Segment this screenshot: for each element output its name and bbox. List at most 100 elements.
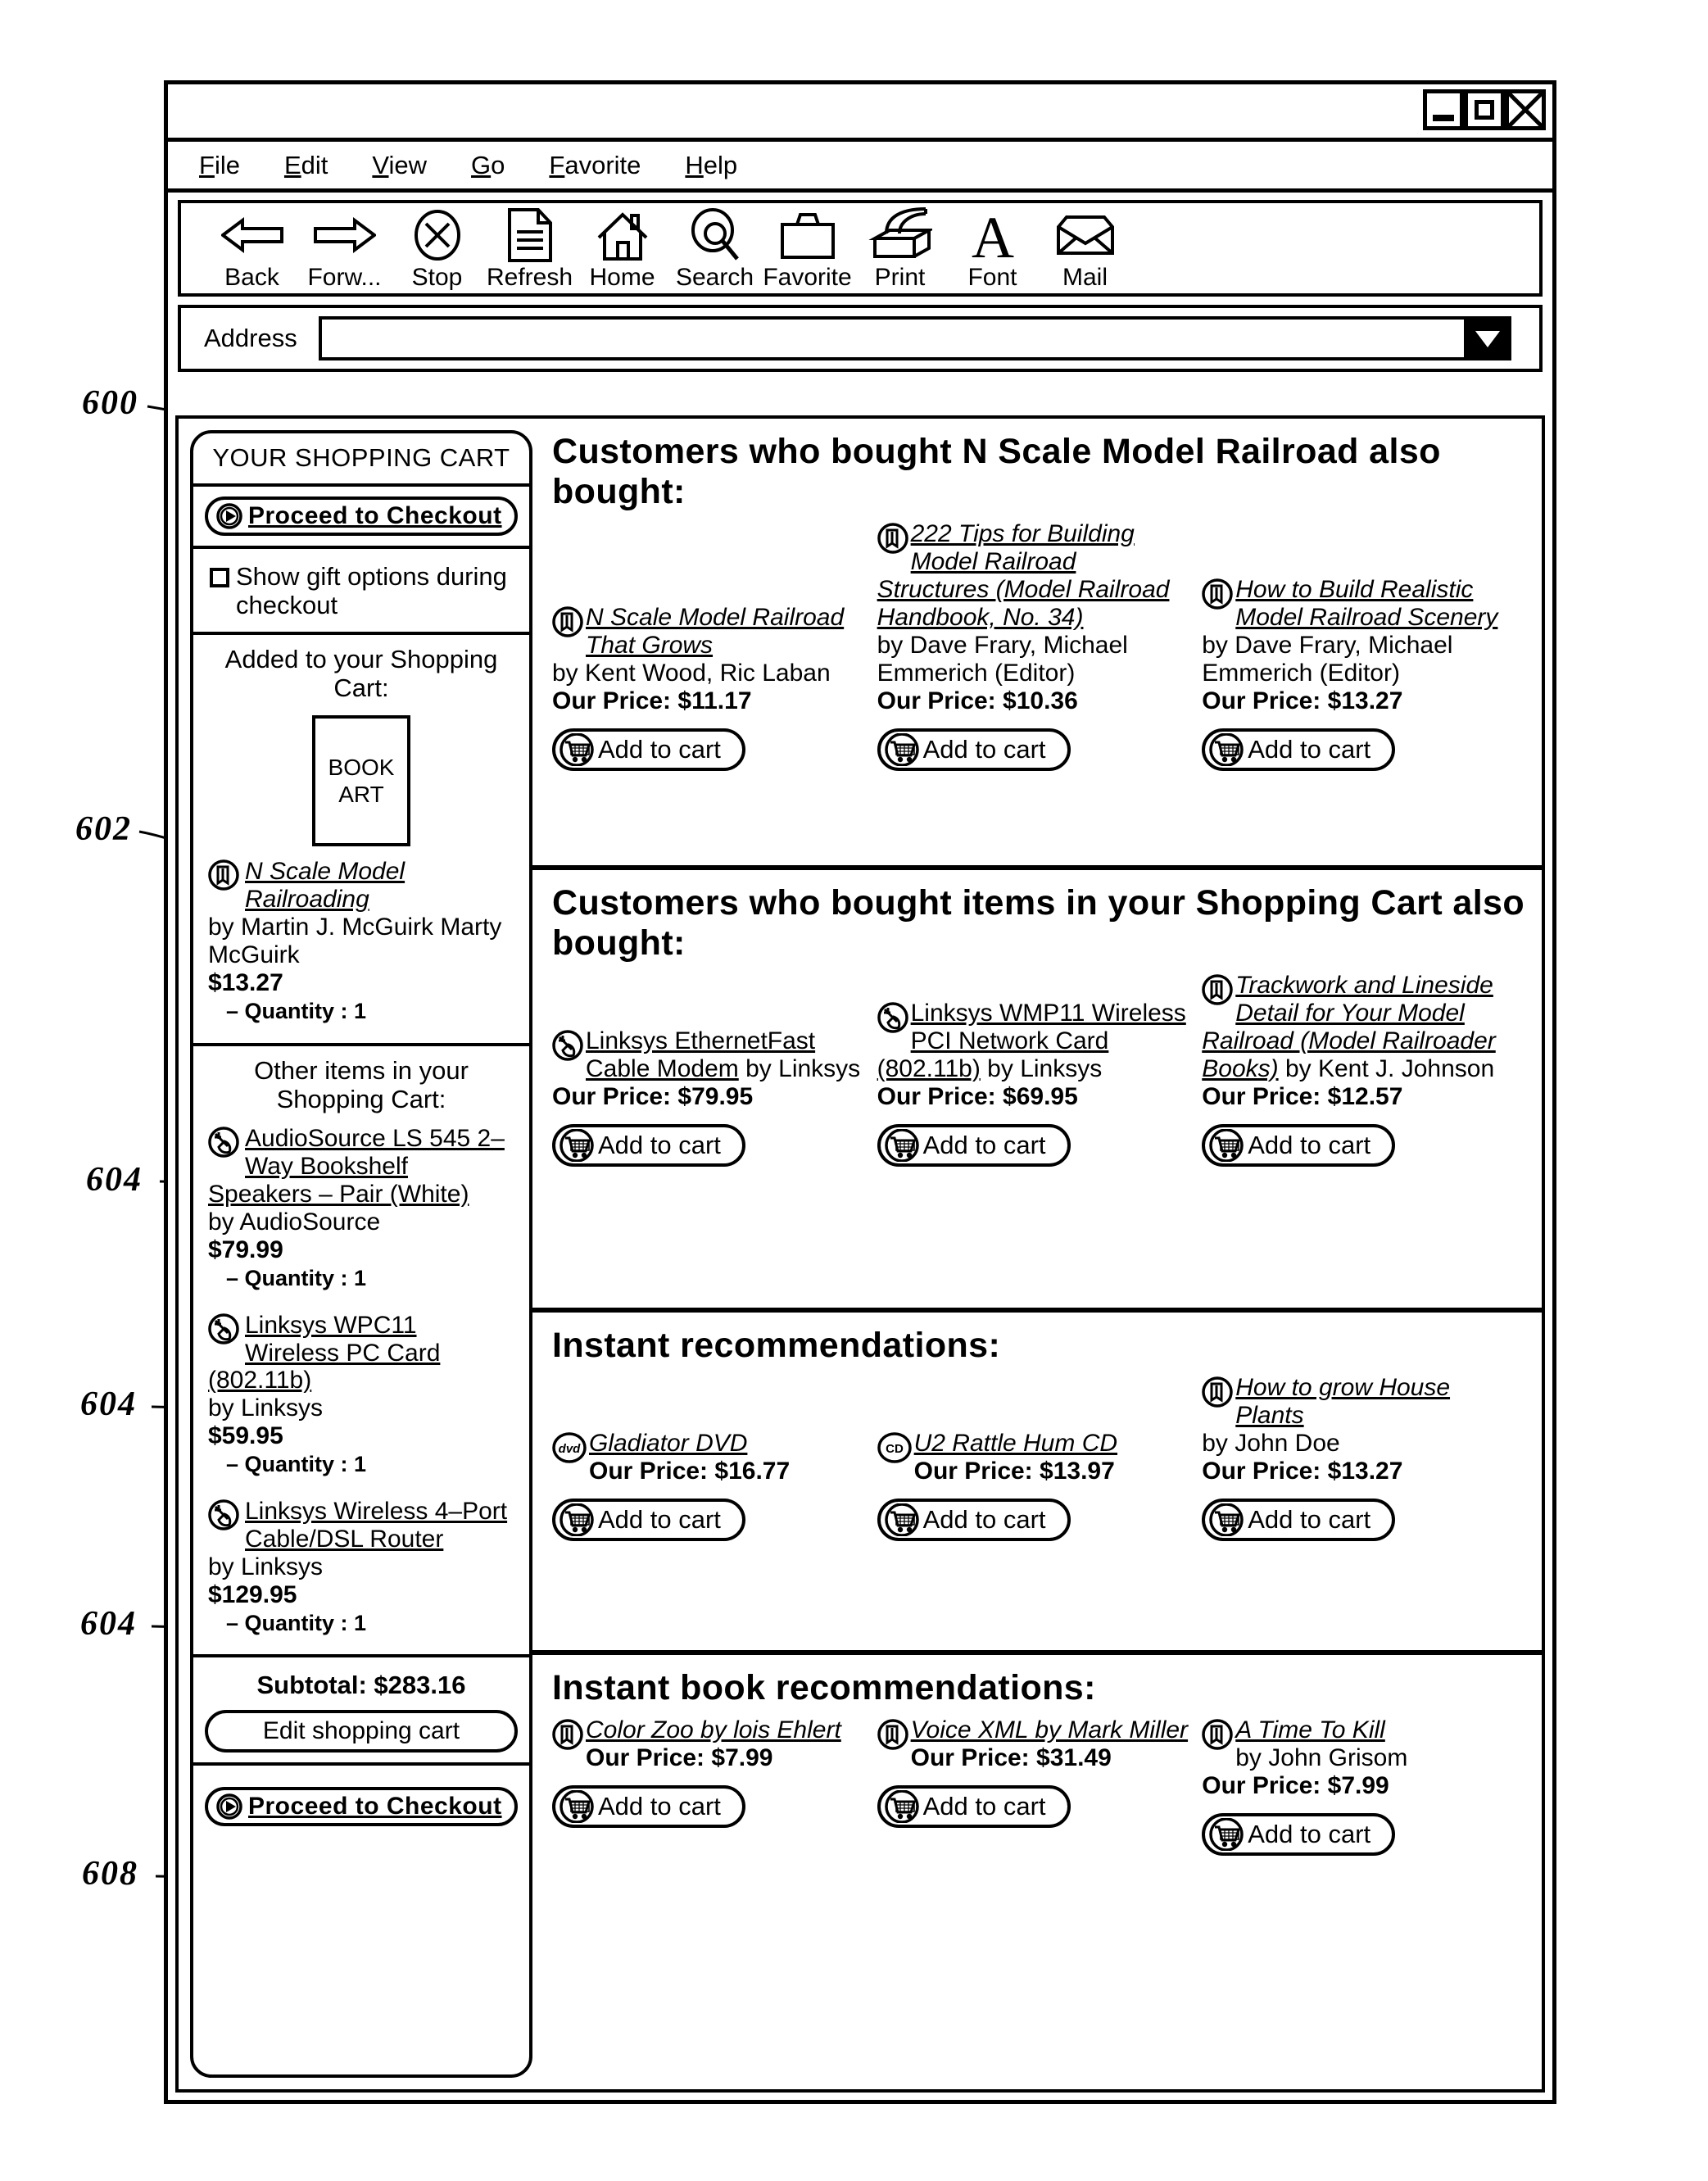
item-author: by Linksys [208, 1553, 324, 1580]
product: Trackwork and Lineside Detail for Your M… [1202, 972, 1515, 1111]
proceed-to-checkout-button-top[interactable]: Proceed to Checkout [205, 497, 518, 536]
section-title: Customers who bought N Scale Model Railr… [552, 432, 1441, 512]
toolbar-label: Back [224, 264, 279, 291]
cart-other-item[interactable]: AudioSource LS 545 2–Way Bookshelf Speak… [205, 1113, 518, 1299]
product-title[interactable]: 222 Tips for Building Model Railroad Str… [877, 520, 1170, 631]
minimize-icon[interactable] [1423, 89, 1464, 130]
callout-600-left: 600 [82, 384, 138, 422]
product-title[interactable]: Voice XML by Mark Miller [911, 1716, 1188, 1743]
edit-shopping-cart-button[interactable]: Edit shopping cart [205, 1710, 518, 1753]
book-icon [877, 1719, 908, 1750]
cart-added-item[interactable]: N Scale Model Railroading by Martin J. M… [205, 846, 518, 1032]
menu-item-edit[interactable]: Edit [284, 151, 328, 180]
recommendation-section: Instant recommendations: dvd Gladiator D… [532, 1313, 1542, 1655]
toolbar-wrapper: Back Forw... Stop Refresh Home Search Fa… [168, 193, 1552, 297]
cart-checkout-top-section: Proceed to Checkout [193, 487, 529, 549]
product: A Time To Kill by John Grisom Our Price:… [1202, 1716, 1515, 1800]
add-to-cart-label: Add to cart [598, 1130, 721, 1159]
shopping-cart-icon [559, 733, 595, 767]
item-title[interactable]: Linksys Wireless 4–Port Cable/DSL Router [245, 1498, 507, 1553]
product-title[interactable]: A Time To Kill [1235, 1716, 1385, 1743]
toolbar-button-font[interactable]: A Font [946, 208, 1039, 290]
menu-accel: G [471, 150, 492, 179]
menu-rest: iew [388, 150, 428, 179]
menu-item-go[interactable]: Go [471, 151, 505, 180]
price-label: Our Price: [1202, 1082, 1321, 1110]
toolbar-button-print[interactable]: Print [854, 207, 946, 290]
menu-item-file[interactable]: File [199, 151, 240, 180]
dvd-icon: dvd [552, 1432, 587, 1463]
menu-item-view[interactable]: View [372, 151, 427, 180]
play-circle-icon [216, 1793, 242, 1821]
product-title[interactable]: How to grow House Plants [1235, 1374, 1450, 1429]
add-to-cart-label: Add to cart [922, 1130, 1046, 1159]
price-value: $12.57 [1327, 1082, 1403, 1110]
product-cell: How to grow House Plants by John Doe Our… [1202, 1374, 1527, 1542]
toolbar-button-refresh[interactable]: Refresh [483, 208, 576, 290]
price-value: $11.17 [677, 687, 752, 715]
cart-other-item[interactable]: Linksys Wireless 4–Port Cable/DSL Router… [205, 1486, 518, 1644]
product-title[interactable]: U2 Rattle Hum CD [914, 1430, 1117, 1457]
font-a-icon: A [972, 208, 1014, 262]
menu-accel: H [685, 150, 704, 179]
maximize-icon[interactable] [1464, 89, 1505, 130]
product: dvd Gladiator DVD Our Price: $16.77 [552, 1430, 866, 1485]
product-title[interactable]: Gladiator DVD [589, 1430, 747, 1457]
product-title[interactable]: Color Zoo by lois Ehlert [586, 1716, 841, 1743]
product-byline: by Linksys [987, 1054, 1103, 1082]
proceed-to-checkout-button-bottom[interactable]: Proceed to Checkout [205, 1787, 518, 1827]
book-icon [1202, 1719, 1233, 1750]
shopping-cart-icon [884, 1128, 920, 1162]
product-cell: Voice XML by Mark Miller Our Price: $31.… [877, 1716, 1203, 1828]
address-input[interactable] [318, 316, 1511, 360]
cd-icon: CD [877, 1432, 912, 1463]
close-icon[interactable] [1505, 89, 1546, 130]
cart-other-items-section: Other items in your Shopping Cart: Audio… [193, 1046, 529, 1658]
toolbar-label: Refresh [486, 264, 573, 291]
add-to-cart-button[interactable]: Add to cart [1202, 1123, 1396, 1167]
toolbar-button-forward[interactable]: Forw... [298, 208, 391, 290]
browser-window: File Edit View Go Favorite Help Back For… [164, 80, 1556, 2104]
product-price: Our Price: $13.97 [914, 1458, 1115, 1485]
product-price: Our Price: $7.99 [1202, 1772, 1389, 1799]
add-to-cart-button[interactable]: Add to cart [1202, 728, 1396, 772]
item-title[interactable]: Linksys WPC11 Wireless PC Card (802.11b) [208, 1312, 440, 1394]
toolbar: Back Forw... Stop Refresh Home Search Fa… [178, 200, 1543, 297]
add-to-cart-label: Add to cart [1248, 735, 1371, 764]
menu-accel: E [283, 150, 301, 179]
menu-rest: avorite [564, 150, 641, 179]
menu-item-help[interactable]: Help [685, 151, 737, 180]
add-to-cart-button[interactable]: Add to cart [1202, 1812, 1396, 1856]
add-to-cart-button[interactable]: Add to cart [877, 1499, 1071, 1542]
item-title[interactable]: AudioSource LS 545 2–Way Bookshelf Speak… [208, 1125, 505, 1208]
product-title[interactable]: N Scale Model Railroad That Grows [586, 604, 844, 659]
toolbar-button-mail[interactable]: Mail [1039, 208, 1131, 290]
toolbar-button-back[interactable]: Back [206, 208, 298, 290]
gift-options-row[interactable]: Show gift options during checkout [205, 559, 518, 622]
menu-item-favorite[interactable]: Favorite [549, 151, 641, 180]
add-to-cart-button[interactable]: Add to cart [552, 1123, 745, 1167]
add-to-cart-button[interactable]: Add to cart [877, 1123, 1071, 1167]
add-to-cart-button[interactable]: Add to cart [552, 1499, 745, 1542]
cart-other-item[interactable]: Linksys WPC11 Wireless PC Card (802.11b)… [205, 1300, 518, 1486]
printer-icon [868, 207, 932, 262]
toolbar-button-favorite[interactable]: Favorite [761, 208, 854, 290]
shopping-cart-icon [884, 1503, 920, 1537]
item-title[interactable]: N Scale Model Railroading [245, 858, 405, 913]
toolbar-button-search[interactable]: Search [668, 208, 761, 290]
toolbar-button-home[interactable]: Home [576, 208, 668, 290]
product-title[interactable]: How to Build Realistic Model Railroad Sc… [1235, 576, 1497, 631]
add-to-cart-button[interactable]: Add to cart [1202, 1499, 1396, 1542]
product-byline: by Kent Wood, Ric Laban [552, 660, 831, 687]
add-to-cart-button[interactable]: Add to cart [552, 1784, 745, 1828]
product: Linksys EthernetFast Cable Modem by Link… [552, 1027, 866, 1111]
book-art-placeholder: BOOK ART [312, 715, 410, 847]
add-to-cart-button[interactable]: Add to cart [552, 728, 745, 772]
gift-options-checkbox[interactable] [210, 568, 229, 587]
add-to-cart-button[interactable]: Add to cart [877, 1784, 1071, 1828]
add-to-cart-label: Add to cart [598, 735, 721, 764]
add-to-cart-button[interactable]: Add to cart [877, 728, 1071, 772]
edit-cart-label: Edit shopping cart [262, 1717, 460, 1745]
dropdown-triangle-icon[interactable] [1464, 320, 1508, 357]
toolbar-button-stop[interactable]: Stop [391, 208, 483, 290]
